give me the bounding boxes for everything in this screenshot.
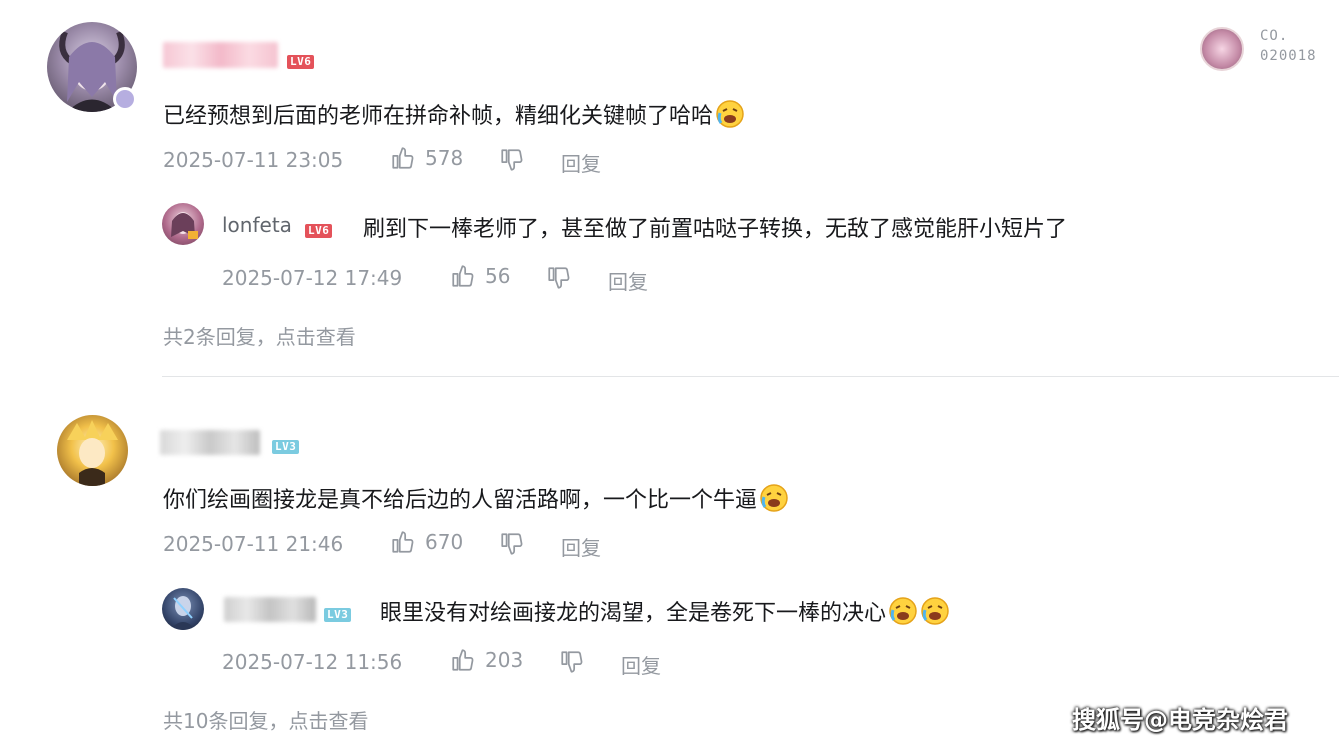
watermark: 搜狐号@电竞杂烩君	[1072, 706, 1288, 734]
reply-text: 眼里没有对绘画接龙的渴望，全是卷死下一棒的决心	[380, 595, 950, 627]
comment-text-content: 已经预想到后面的老师在拼命补帧，精细化关键帧了哈哈	[163, 104, 714, 129]
reply-avatar[interactable]	[162, 203, 204, 245]
fan-badge[interactable]: CO. 020018	[1200, 27, 1330, 71]
comment-text: 你们绘画圈接龙是真不给后边的人留活路啊，一个比一个牛逼	[163, 482, 789, 514]
level-badge-text: LV6	[287, 55, 315, 69]
comment-time: 2025-07-11 23:05	[163, 148, 344, 172]
avatar[interactable]	[57, 415, 128, 486]
laughing-crying-emoji-icon	[715, 99, 745, 129]
comment-time: 2025-07-11 21:46	[163, 532, 344, 556]
level-badge-text: LV6	[305, 224, 333, 238]
like-count: 670	[425, 530, 464, 554]
reply-text: 刷到下一棒老师了，甚至做了前置咕哒子转换，无敌了感觉能肝小短片了	[363, 217, 1068, 242]
fan-badge-avatar	[1200, 27, 1244, 71]
username-blurred[interactable]	[160, 430, 260, 455]
reply-button[interactable]: 回复	[561, 148, 601, 177]
reply-button[interactable]: 回复	[621, 650, 661, 679]
reply-time: 2025-07-12 17:49	[222, 266, 403, 290]
level-badge-text: LV3	[324, 608, 352, 622]
reply-button[interactable]: 回复	[561, 532, 601, 561]
comment-divider	[162, 376, 1339, 377]
reply-button[interactable]: 回复	[608, 266, 648, 295]
comment-text-content: 你们绘画圈接龙是真不给后边的人留活路啊，一个比一个牛逼	[163, 488, 758, 513]
thumbs-up-icon[interactable]	[390, 145, 416, 171]
level-badge-text: LV3	[272, 440, 300, 454]
reply-username-blurred[interactable]	[224, 597, 316, 622]
thumbs-up-icon[interactable]	[390, 529, 416, 555]
reply-username[interactable]: lonfeta	[222, 213, 292, 237]
thumbs-down-icon[interactable]	[499, 147, 525, 173]
fan-badge-line2: 020018	[1260, 48, 1317, 64]
thumbs-down-icon[interactable]	[559, 649, 585, 675]
reply-time: 2025-07-12 11:56	[222, 650, 403, 674]
level-badge: LV3	[324, 603, 352, 622]
thumbs-down-icon[interactable]	[499, 531, 525, 557]
reply-avatar[interactable]	[162, 588, 204, 630]
level-badge: LV3	[272, 435, 300, 454]
laughing-crying-emoji-icon	[920, 596, 950, 626]
comment-text: 已经预想到后面的老师在拼命补帧，精细化关键帧了哈哈	[163, 98, 745, 130]
level-badge: LV6	[287, 50, 315, 69]
level-badge: LV6	[305, 219, 333, 238]
like-count: 203	[485, 648, 524, 672]
like-count: 578	[425, 146, 464, 170]
thumbs-up-icon[interactable]	[450, 647, 476, 673]
reply-text-content: 眼里没有对绘画接龙的渴望，全是卷死下一棒的决心	[380, 601, 887, 626]
vip-badge-icon	[113, 87, 137, 111]
like-count: 56	[485, 264, 511, 288]
view-more-replies[interactable]: 共2条回复，点击查看	[163, 321, 356, 350]
laughing-crying-emoji-icon	[888, 596, 918, 626]
username-blurred[interactable]	[163, 42, 278, 68]
thumbs-down-icon[interactable]	[546, 265, 572, 291]
fan-badge-line1: CO.	[1260, 28, 1289, 44]
thumbs-up-icon[interactable]	[450, 263, 476, 289]
view-more-replies[interactable]: 共10条回复，点击查看	[163, 705, 368, 734]
laughing-crying-emoji-icon	[759, 483, 789, 513]
